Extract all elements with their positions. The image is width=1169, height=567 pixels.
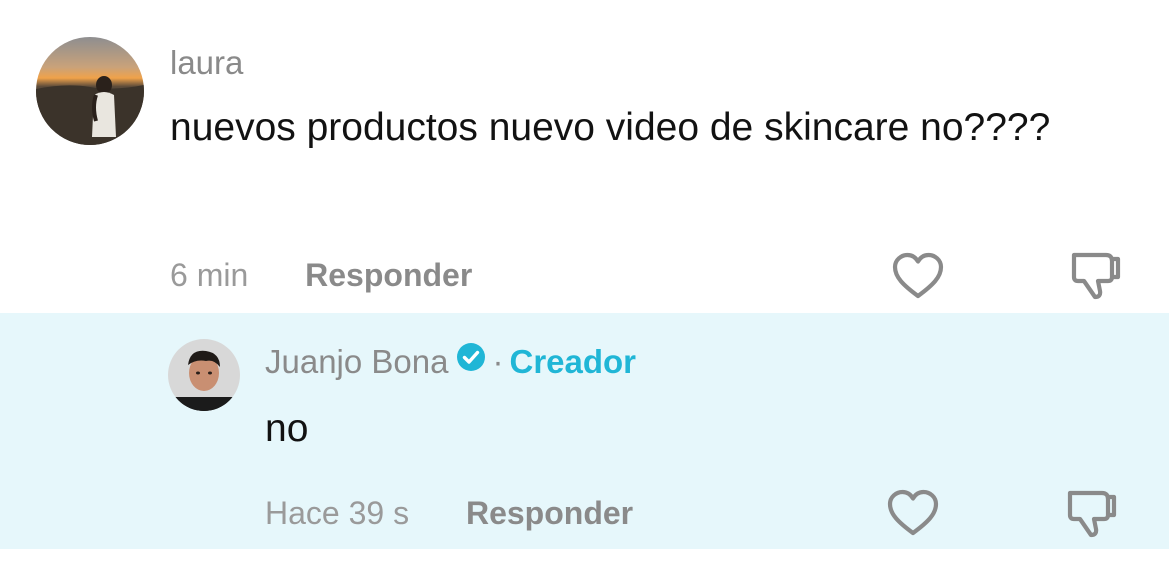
- reply-username-text: Juanjo Bona: [265, 343, 449, 380]
- thumbs-down-icon[interactable]: [1064, 487, 1120, 539]
- creator-avatar[interactable]: [168, 339, 240, 411]
- reply-timestamp: Hace 39 s: [265, 495, 410, 531]
- heart-icon[interactable]: [886, 489, 940, 537]
- comment-item: laura nuevos productos nuevo video de sk…: [0, 0, 1169, 313]
- reply-username[interactable]: Juanjo Bona · Creador: [265, 343, 636, 381]
- comment-username[interactable]: laura: [170, 44, 243, 82]
- reply-text: no: [265, 407, 309, 450]
- comment-meta: 6 min Responder: [170, 257, 472, 294]
- reply-button[interactable]: Responder: [305, 257, 472, 293]
- reply-button[interactable]: Responder: [466, 495, 633, 531]
- thumbs-down-icon[interactable]: [1068, 249, 1124, 301]
- heart-icon[interactable]: [891, 252, 945, 300]
- reply-meta: Hace 39 s Responder: [265, 495, 633, 532]
- avatar[interactable]: [36, 37, 144, 145]
- verified-check-icon: [456, 342, 486, 380]
- separator-dot: ·: [492, 343, 504, 380]
- comment-timestamp: 6 min: [170, 257, 249, 293]
- creator-badge: Creador: [509, 343, 637, 380]
- comment-text: nuevos productos nuevo video de skincare…: [170, 106, 1051, 149]
- reply-item: Juanjo Bona · Creador no Hace 39 s Respon…: [0, 313, 1169, 549]
